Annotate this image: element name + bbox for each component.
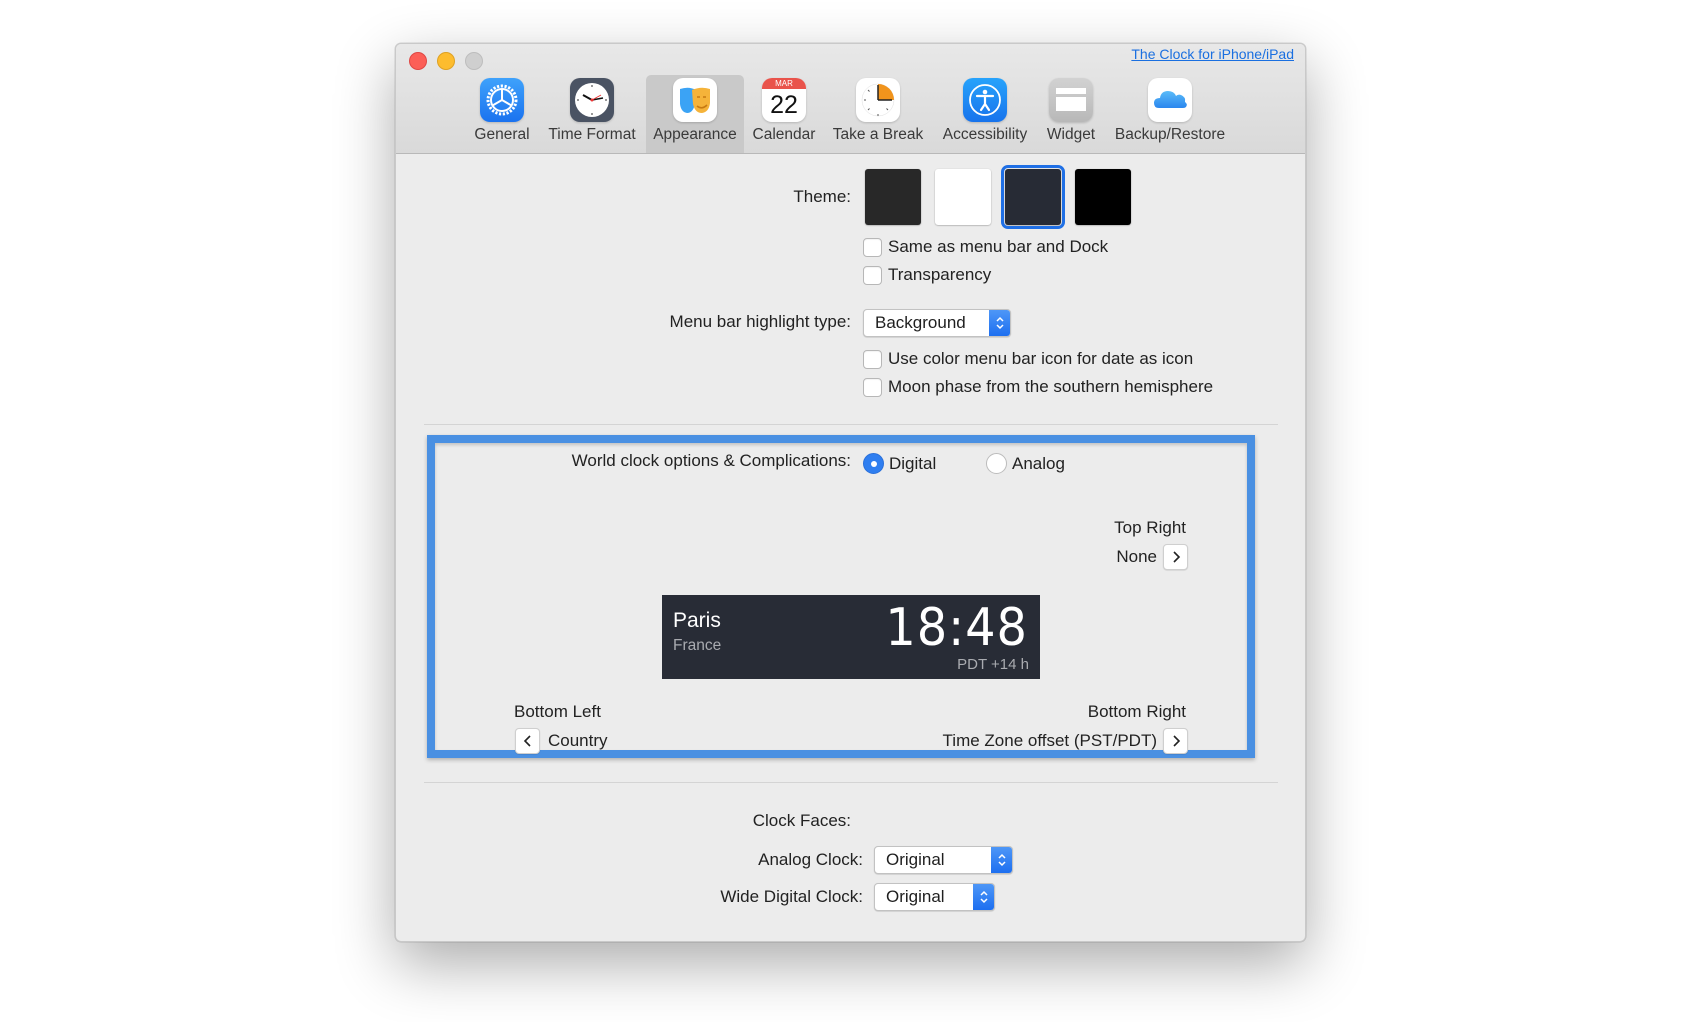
world-clock-preview: Paris France 18:48 PDT +14 h	[662, 595, 1040, 679]
tab-label: General	[474, 126, 530, 143]
tab-label: Appearance	[653, 126, 737, 143]
wide-digital-clock-label: Wide Digital Clock:	[720, 887, 863, 906]
theme-swatch-white[interactable]	[935, 169, 991, 225]
transparency-checkbox[interactable]	[863, 266, 882, 285]
same-as-menubar-checkbox[interactable]	[863, 238, 882, 257]
tab-accessibility[interactable]: Accessibility	[936, 75, 1034, 153]
preview-city: Paris	[673, 609, 721, 632]
break-timer-icon	[856, 78, 900, 122]
tab-widget[interactable]: Widget	[1039, 75, 1103, 153]
bottom-right-next-button[interactable]	[1163, 728, 1188, 754]
tab-general[interactable]: General	[466, 75, 538, 153]
theme-swatch-black[interactable]	[1075, 169, 1131, 225]
separator	[424, 424, 1278, 425]
analog-clock-select[interactable]: Original	[874, 846, 1013, 874]
top-right-title: Top Right	[1114, 518, 1186, 537]
accessibility-icon	[963, 78, 1007, 122]
theater-masks-icon	[673, 78, 717, 122]
analog-clock-label: Analog Clock:	[758, 850, 863, 869]
calendar-month: MAR	[762, 78, 806, 89]
select-arrows-icon	[973, 884, 994, 910]
wide-digital-clock-value: Original	[886, 887, 945, 906]
tab-label: Accessibility	[942, 126, 1028, 143]
preview-offset: PDT +14 h	[957, 656, 1029, 673]
digital-radio-label[interactable]: Digital	[889, 454, 936, 474]
calendar-day: 22	[770, 91, 798, 119]
color-menubar-icon-checkbox[interactable]	[863, 350, 882, 369]
tab-calendar[interactable]: MAR 22 Calendar	[748, 75, 820, 153]
theme-swatch-dark-gray[interactable]	[865, 169, 921, 225]
clock-faces-label: Clock Faces:	[752, 811, 851, 830]
select-arrows-icon	[989, 310, 1010, 336]
bottom-left-title: Bottom Left	[514, 702, 601, 721]
digital-radio[interactable]	[863, 453, 884, 474]
preview-country: France	[673, 637, 722, 654]
calendar-icon: MAR 22	[762, 78, 806, 122]
analog-clock-value: Original	[886, 850, 945, 869]
analog-radio[interactable]	[986, 453, 1007, 474]
theme-label: Theme:	[793, 187, 851, 206]
world-clock-options-label: World clock options & Complications:	[571, 451, 851, 470]
tab-label: Time Format	[548, 126, 636, 143]
menubar-highlight-select[interactable]: Background	[863, 309, 1011, 337]
analog-radio-label[interactable]: Analog	[1012, 454, 1065, 474]
transparency-label[interactable]: Transparency	[888, 265, 991, 285]
widget-icon	[1049, 78, 1093, 122]
menubar-highlight-label: Menu bar highlight type:	[669, 312, 851, 331]
wide-digital-clock-select[interactable]: Original	[874, 883, 995, 911]
tab-take-a-break[interactable]: Take a Break	[828, 75, 928, 153]
tab-backup-restore[interactable]: Backup/Restore	[1106, 75, 1234, 153]
chevron-right-icon	[1172, 735, 1180, 747]
color-menubar-icon-label[interactable]: Use color menu bar icon for date as icon	[888, 349, 1193, 369]
tab-time-format[interactable]: Time Format	[544, 75, 640, 153]
bottom-right-title: Bottom Right	[1087, 702, 1186, 721]
preferences-window: The Clock for iPhone/iPad General Time F…	[395, 43, 1306, 942]
tab-bar: General Time Format Appearance MAR 22 Ca…	[396, 75, 1305, 153]
chevron-right-icon	[1172, 551, 1180, 563]
tab-label: Backup/Restore	[1114, 126, 1226, 143]
gear-icon	[480, 78, 524, 122]
moon-phase-southern-checkbox[interactable]	[863, 378, 882, 397]
preview-time: 18:48	[885, 598, 1028, 658]
tab-appearance[interactable]: Appearance	[646, 75, 744, 153]
menubar-highlight-value: Background	[875, 313, 966, 332]
tab-label: Calendar	[752, 126, 816, 143]
zoom-button[interactable]	[465, 52, 483, 70]
clock-icon	[570, 78, 614, 122]
theme-swatch-navy-dark[interactable]	[1001, 165, 1065, 229]
minimize-button[interactable]	[437, 52, 455, 70]
bottom-left-prev-button[interactable]	[515, 728, 540, 754]
bottom-right-value: Time Zone offset (PST/PDT)	[942, 731, 1157, 750]
icloud-icon	[1148, 78, 1192, 122]
bottom-left-value: Country	[548, 731, 608, 750]
top-right-value: None	[1116, 547, 1157, 566]
toolbar: The Clock for iPhone/iPad General Time F…	[396, 44, 1305, 154]
moon-phase-southern-label[interactable]: Moon phase from the southern hemisphere	[888, 377, 1213, 397]
select-arrows-icon	[991, 847, 1012, 873]
tab-label: Take a Break	[832, 126, 924, 143]
separator	[424, 782, 1278, 783]
top-right-next-button[interactable]	[1163, 544, 1188, 570]
iphone-ipad-link[interactable]: The Clock for iPhone/iPad	[1131, 46, 1294, 62]
chevron-left-icon	[523, 735, 531, 747]
tab-label: Widget	[1046, 126, 1096, 143]
close-button[interactable]	[409, 52, 427, 70]
same-as-menubar-label[interactable]: Same as menu bar and Dock	[888, 237, 1108, 257]
